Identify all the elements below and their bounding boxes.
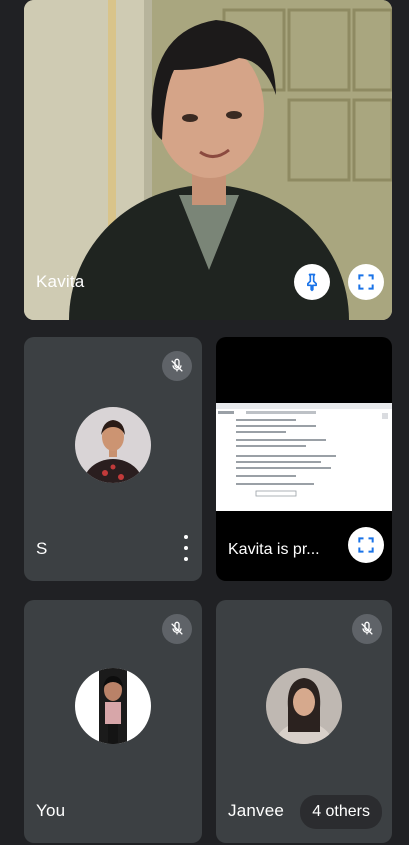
participant-name: Kavita [36,272,85,291]
presentation-tile[interactable]: Kavita is pr... [216,337,392,581]
mic-off-icon [171,358,183,372]
participant-tile-kavita[interactable]: Kavita [24,0,392,320]
participant-name: Janvee [228,801,285,820]
more-options-button[interactable] [180,535,192,561]
mic-off-icon [171,621,183,635]
fullscreen-button[interactable] [348,527,384,563]
pin-icon [307,273,317,292]
shared-screen-preview [216,403,392,511]
avatar [75,407,151,483]
pin-button[interactable] [294,264,330,300]
fullscreen-icon [358,274,374,290]
participant-name: S [36,539,48,558]
fullscreen-icon [358,537,374,553]
more-vert-icon [184,535,188,539]
participant-name: You [36,801,66,820]
mic-off-icon [361,621,373,635]
fullscreen-button[interactable] [348,264,384,300]
mic-muted-indicator [162,614,192,644]
presentation-label: Kavita is pr... [228,541,320,558]
avatar [266,668,342,744]
avatar [75,668,151,744]
participant-tile-s[interactable]: S [24,337,202,581]
others-count-pill[interactable]: 4 others [300,795,382,829]
mic-muted-indicator [352,614,382,644]
participant-tile-you[interactable]: You [24,600,202,843]
meeting-grid: Kavita S Kavita is pr... You Janvee 4 ot… [0,0,409,845]
participant-tile-janvee[interactable]: Janvee 4 others [216,600,392,843]
mic-muted-indicator [162,351,192,381]
